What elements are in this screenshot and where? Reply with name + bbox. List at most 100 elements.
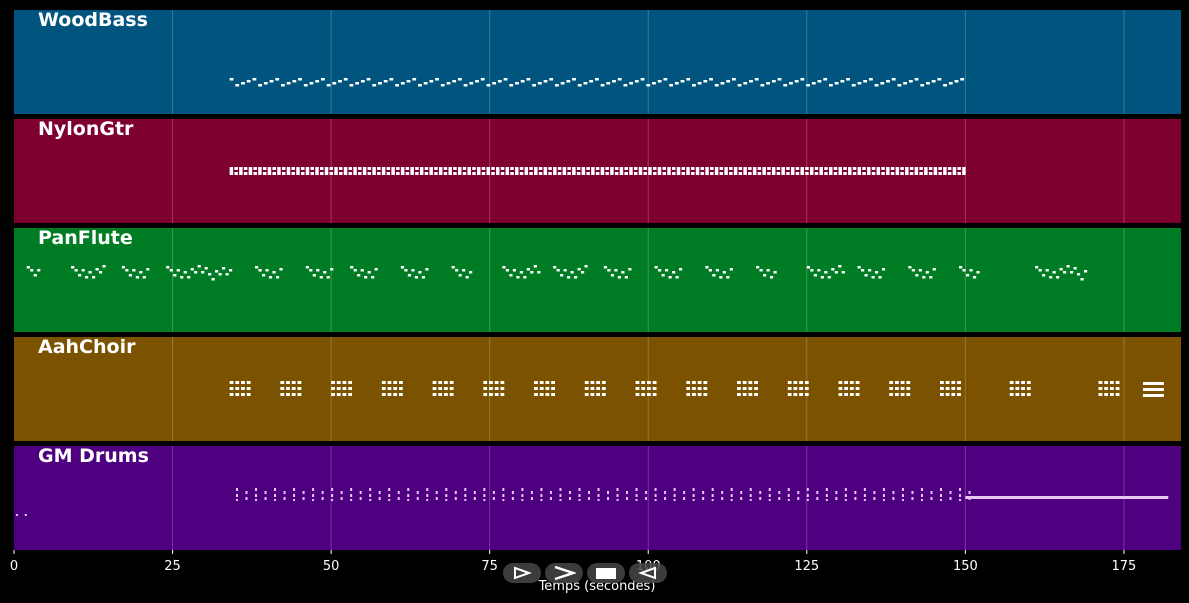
note [616, 499, 619, 501]
note [610, 167, 614, 170]
note [1015, 381, 1020, 384]
note [296, 167, 300, 170]
note [204, 267, 208, 270]
note [813, 274, 817, 277]
rewind-button[interactable] [629, 563, 667, 583]
note [261, 274, 266, 277]
note [616, 494, 619, 497]
note [483, 387, 488, 390]
note [911, 497, 914, 500]
note [667, 170, 671, 173]
note [676, 167, 681, 170]
note [500, 167, 505, 170]
note [762, 167, 766, 170]
note [664, 491, 667, 494]
stop-button[interactable] [587, 563, 625, 583]
note [675, 276, 679, 279]
note [920, 488, 923, 491]
x-tick-label: 50 [323, 559, 340, 574]
note [557, 167, 562, 170]
note [448, 167, 452, 170]
play-button[interactable] [503, 563, 541, 583]
note [864, 274, 868, 277]
note [381, 167, 386, 170]
note [909, 172, 914, 175]
note [457, 167, 462, 170]
note [358, 167, 362, 170]
note [566, 80, 571, 83]
note [524, 167, 529, 170]
note [719, 276, 723, 279]
note [264, 497, 267, 500]
note [545, 381, 550, 384]
note [648, 167, 652, 170]
note [121, 266, 125, 269]
note [381, 170, 386, 173]
note [71, 266, 75, 269]
note [890, 167, 895, 170]
note [235, 494, 238, 497]
note [880, 82, 885, 85]
note [483, 494, 486, 497]
note [349, 84, 354, 87]
note [814, 172, 819, 175]
note [712, 274, 716, 277]
note [208, 273, 212, 276]
note [762, 170, 766, 173]
note [334, 170, 338, 173]
note [600, 84, 605, 87]
note [235, 381, 240, 384]
note [229, 387, 234, 390]
note [332, 82, 337, 85]
note [754, 393, 758, 396]
note [529, 167, 533, 170]
forward-button[interactable] [545, 563, 583, 583]
note [756, 266, 760, 269]
note [312, 488, 315, 491]
note [894, 387, 899, 390]
note [331, 387, 335, 390]
note [483, 393, 488, 396]
note [840, 80, 845, 83]
note [742, 387, 747, 390]
note [410, 170, 414, 173]
note [469, 271, 473, 274]
note [804, 387, 809, 390]
note [810, 269, 814, 272]
note [710, 172, 714, 175]
note [523, 276, 527, 279]
note [930, 491, 933, 494]
note [959, 266, 963, 269]
note [711, 488, 714, 491]
note [892, 491, 895, 494]
note [128, 274, 132, 277]
note [931, 80, 936, 83]
note [534, 381, 538, 384]
note [400, 170, 405, 173]
note [444, 393, 448, 396]
note [911, 491, 914, 494]
note [612, 80, 616, 83]
note [844, 499, 847, 501]
note [724, 170, 728, 173]
note [491, 172, 495, 175]
note [857, 170, 862, 173]
note [415, 172, 419, 175]
note [1049, 276, 1053, 279]
note [473, 497, 476, 500]
note [959, 499, 962, 501]
note [500, 393, 505, 396]
note [315, 167, 319, 170]
note [560, 82, 565, 85]
note [521, 494, 524, 497]
note [1083, 270, 1088, 273]
note [334, 167, 338, 170]
note [787, 387, 792, 390]
note [776, 172, 781, 175]
note [463, 84, 468, 87]
note [169, 269, 173, 272]
note [790, 170, 795, 173]
note [806, 499, 809, 501]
note [539, 387, 544, 390]
note [387, 393, 392, 396]
